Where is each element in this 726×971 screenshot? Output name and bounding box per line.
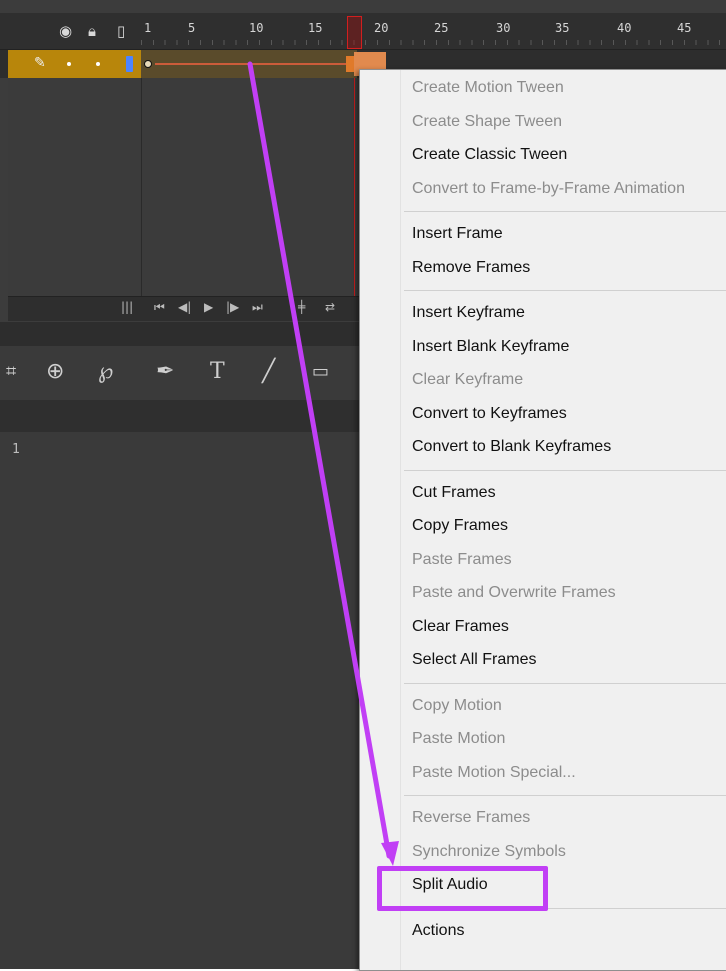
annotation-arrow — [247, 61, 399, 866]
arrow-shaft — [247, 61, 392, 859]
arrow-head — [381, 841, 399, 866]
